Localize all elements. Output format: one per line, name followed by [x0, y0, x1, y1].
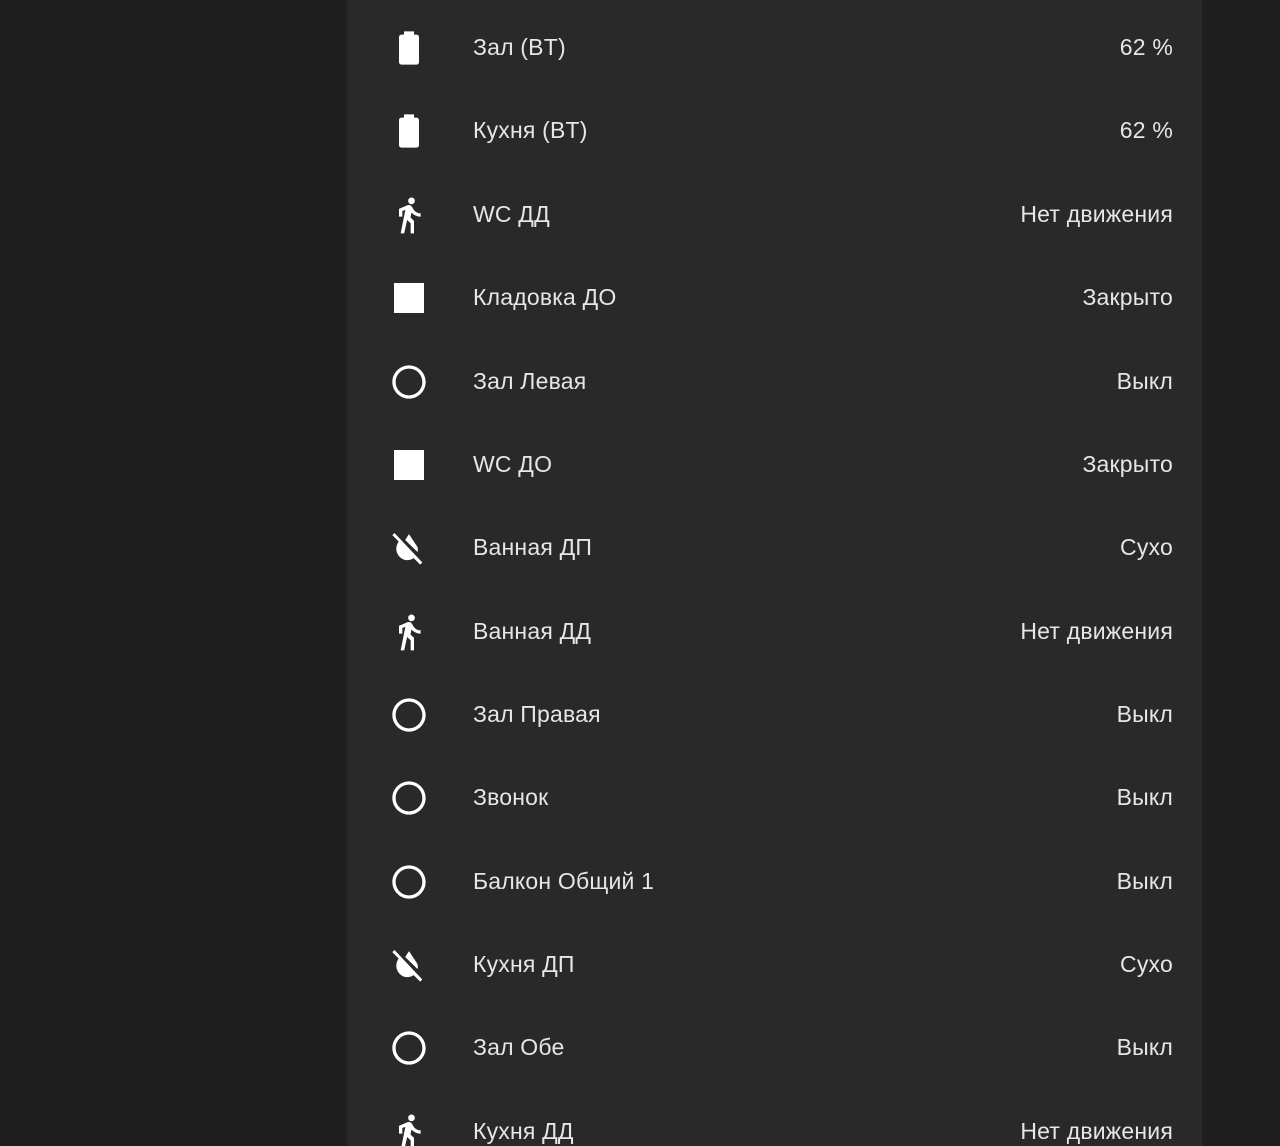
entity-name: WC ДО — [473, 451, 553, 477]
entity-state: Выкл — [1116, 868, 1173, 894]
circle-outline-icon — [387, 860, 431, 904]
walk-icon — [387, 193, 431, 237]
walk-icon — [387, 1110, 431, 1146]
circle-outline-icon — [387, 693, 431, 737]
entity-name: Зал (BT) — [473, 34, 566, 60]
water-off-icon — [387, 943, 431, 987]
entity-state: Выкл — [1116, 368, 1173, 394]
entity-state: Закрыто — [1082, 284, 1173, 310]
entity-row[interactable]: Зал Правая Выкл — [347, 673, 1202, 756]
entity-state: Сухо — [1120, 951, 1173, 977]
entity-row[interactable]: Зал Обе Выкл — [347, 1006, 1202, 1089]
entity-row[interactable]: Балкон Общий 1 Выкл — [347, 840, 1202, 923]
entity-name: Зал Обе — [473, 1034, 565, 1060]
entity-name: Зал Левая — [473, 368, 587, 394]
entity-row[interactable]: Кухня (BT) 62 % — [347, 89, 1202, 172]
entity-row[interactable]: WC ДО Закрыто — [347, 423, 1202, 506]
entity-name: Ванная ДП — [473, 534, 593, 560]
entity-row[interactable]: WC ДД Нет движения — [347, 173, 1202, 256]
entity-state: Выкл — [1116, 784, 1173, 810]
battery-icon — [387, 109, 431, 153]
entity-name: Кухня (BT) — [473, 117, 588, 143]
entity-state: Нет движения — [1020, 618, 1173, 644]
entity-row[interactable]: Зал Левая Выкл — [347, 340, 1202, 423]
entity-row[interactable]: Звонок Выкл — [347, 756, 1202, 839]
entity-row[interactable]: Ванная ДД Нет движения — [347, 590, 1202, 673]
entities-card: Зал (BT) 62 % Кухня (BT) 62 % WC ДД Нет … — [347, 0, 1202, 1146]
entity-name: Кухня ДП — [473, 951, 575, 977]
entity-state: Сухо — [1120, 534, 1173, 560]
square-icon — [387, 443, 431, 487]
entity-name: Балкон Общий 1 — [473, 868, 655, 894]
entity-state: Выкл — [1116, 701, 1173, 727]
entity-name: Кладовка ДО — [473, 284, 617, 310]
entity-name: Зал Правая — [473, 701, 601, 727]
square-icon — [387, 276, 431, 320]
entity-state: Закрыто — [1082, 451, 1173, 477]
circle-outline-icon — [387, 360, 431, 404]
walk-icon — [387, 610, 431, 654]
entity-row[interactable]: Кухня ДД Нет движения — [347, 1090, 1202, 1146]
page-background: Зал (BT) 62 % Кухня (BT) 62 % WC ДД Нет … — [0, 0, 1280, 1146]
entity-name: Звонок — [473, 784, 549, 810]
entity-state: 62 % — [1119, 34, 1173, 60]
entity-state: Выкл — [1116, 1034, 1173, 1060]
entity-state: Нет движения — [1020, 1118, 1173, 1144]
circle-outline-icon — [387, 776, 431, 820]
entity-state: 62 % — [1119, 117, 1173, 143]
circle-outline-icon — [387, 1026, 431, 1070]
battery-icon — [387, 26, 431, 70]
entity-state: Нет движения — [1020, 201, 1173, 227]
entity-name: Ванная ДД — [473, 618, 592, 644]
entity-name: WC ДД — [473, 201, 550, 227]
entity-row[interactable]: Кладовка ДО Закрыто — [347, 256, 1202, 339]
water-off-icon — [387, 526, 431, 570]
entity-row[interactable]: Зал (BT) 62 % — [347, 6, 1202, 89]
entity-row[interactable]: Ванная ДП Сухо — [347, 506, 1202, 589]
entity-row[interactable]: Кухня ДП Сухо — [347, 923, 1202, 1006]
entity-name: Кухня ДД — [473, 1118, 574, 1144]
